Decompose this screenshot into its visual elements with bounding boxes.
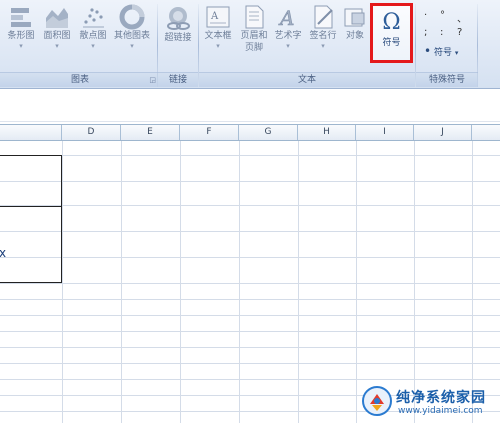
column-header-g[interactable]: G [239, 125, 298, 140]
special-char[interactable]: · [424, 10, 427, 21]
column-header-i[interactable]: I [356, 125, 414, 140]
grid-line [298, 141, 299, 423]
hyperlink-button[interactable]: 超链接 [160, 4, 196, 44]
signature-line-icon [314, 5, 333, 29]
wordart-label: 艺术字 [274, 31, 302, 41]
watermark-title: 纯净系统家园 [396, 390, 486, 406]
grid-line [0, 205, 500, 206]
grid-line [0, 231, 500, 232]
object-icon [344, 8, 365, 27]
special-char[interactable]: ? [457, 27, 462, 38]
column-header-partial[interactable] [0, 125, 62, 140]
grid-line [0, 283, 500, 284]
column-header-d[interactable]: D [62, 125, 121, 140]
wordart-icon: A [278, 6, 295, 30]
bullet-icon: • [424, 44, 432, 58]
hyperlink-label: 超链接 [164, 33, 192, 43]
special-char[interactable]: 、 [457, 10, 467, 25]
group-divider [477, 4, 478, 87]
grid-line [0, 181, 500, 182]
special-char[interactable]: ; [424, 27, 427, 38]
svg-text:A: A [210, 11, 219, 22]
omega-symbol-icon: Ω [382, 10, 401, 35]
bordered-cell-range[interactable] [0, 155, 62, 283]
object-button[interactable]: 对象 [341, 4, 369, 42]
grid-line [0, 347, 500, 348]
svg-text:A: A [278, 6, 294, 30]
special-symbols-group: · ° 、 ; : ? • 符号 ▾ 特殊符号 [416, 0, 478, 89]
hyperlink-icon [167, 7, 190, 30]
scatter-chart-button[interactable]: 散点图 ▾ [76, 4, 110, 50]
special-char[interactable]: : [440, 27, 443, 38]
column-header-e[interactable]: E [121, 125, 180, 140]
header-footer-icon [245, 5, 264, 29]
charts-group: 条形图 ▾ 面积图 ▾ 散点图 ▾ 其他图表 ▾ 图表 ◲ [0, 0, 160, 89]
ribbon: 条形图 ▾ 面积图 ▾ 散点图 ▾ 其他图表 ▾ 图表 ◲ 超链接 链接 A 文… [0, 0, 500, 89]
chevron-down-icon: ▾ [55, 42, 59, 50]
grid-line [121, 141, 122, 423]
other-charts-button[interactable]: 其他图表 ▾ [110, 4, 154, 50]
chevron-down-icon: ▾ [19, 42, 23, 50]
textbox-button[interactable]: A 文本框 ▾ [201, 4, 235, 50]
textbox-icon: A [206, 6, 230, 28]
cell-border-divider [0, 206, 61, 207]
watermark: 纯净系统家园 www.yidaimei.com [356, 380, 500, 423]
special-char[interactable]: ° [440, 10, 445, 21]
special-symbol-dropdown[interactable]: • 符号 ▾ [424, 44, 458, 58]
text-group-label: 文本 [199, 72, 415, 87]
bar-chart-label: 条形图 [7, 31, 35, 41]
links-group: 超链接 链接 [158, 0, 198, 89]
chevron-down-icon: ▾ [216, 42, 220, 50]
grid-line [62, 141, 63, 423]
area-chart-icon [46, 8, 68, 28]
header-footer-label: 页眉和 [240, 31, 268, 41]
scatter-chart-icon [83, 8, 104, 28]
signature-line-label: 签名行 [309, 31, 337, 41]
links-group-label: 链接 [158, 72, 198, 87]
watermark-url: www.yidaimei.com [398, 406, 483, 416]
column-header-next[interactable] [472, 125, 500, 140]
symbol-label: 符号 [382, 38, 401, 48]
column-headers: D E F G H I J [0, 124, 500, 141]
chevron-down-icon: ▾ [321, 42, 325, 50]
dialog-launcher-icon[interactable]: ◲ [149, 76, 156, 84]
column-header-f[interactable]: F [180, 125, 239, 140]
other-charts-label: 其他图表 [113, 31, 150, 41]
special-symbols-group-label: 特殊符号 [416, 72, 478, 87]
column-header-j[interactable]: J [414, 125, 472, 140]
chevron-down-icon: ▾ [286, 42, 290, 50]
special-symbol-label: 符号 [433, 48, 452, 58]
grid-line [0, 363, 500, 364]
area-chart-label: 面积图 [43, 31, 71, 41]
chevron-down-icon: ▾ [91, 42, 95, 50]
wordart-button[interactable]: A 艺术字 ▾ [271, 4, 305, 50]
grid-line [0, 299, 500, 300]
object-label: 对象 [345, 31, 364, 41]
bar-chart-icon [11, 8, 31, 27]
area-chart-button[interactable]: 面积图 ▾ [40, 4, 74, 50]
bar-chart-button[interactable]: 条形图 ▾ [4, 4, 38, 50]
grid-line [0, 315, 500, 316]
other-charts-icon [119, 4, 145, 30]
column-header-h[interactable]: H [298, 125, 356, 140]
scatter-chart-label: 散点图 [79, 31, 107, 41]
header-footer-label-line2: 页脚 [244, 43, 263, 53]
symbol-button[interactable]: Ω 符号 [370, 3, 413, 63]
formula-bar-area[interactable] [0, 90, 500, 122]
grid-line [180, 141, 181, 423]
grid-line [239, 141, 240, 423]
chevron-down-icon: ▾ [454, 49, 459, 57]
signature-line-button[interactable]: 签名行 ▾ [305, 4, 341, 50]
chevron-down-icon: ▾ [130, 42, 134, 50]
grid-line [0, 257, 500, 258]
textbox-label: 文本框 [204, 31, 232, 41]
charts-group-label: 图表 [0, 72, 160, 87]
grid-line [0, 155, 500, 156]
grid-line [0, 331, 500, 332]
site-logo-icon [362, 386, 392, 416]
header-footer-button[interactable]: 页眉和 页脚 [237, 4, 271, 54]
cell-text-fragment: x [0, 246, 7, 260]
